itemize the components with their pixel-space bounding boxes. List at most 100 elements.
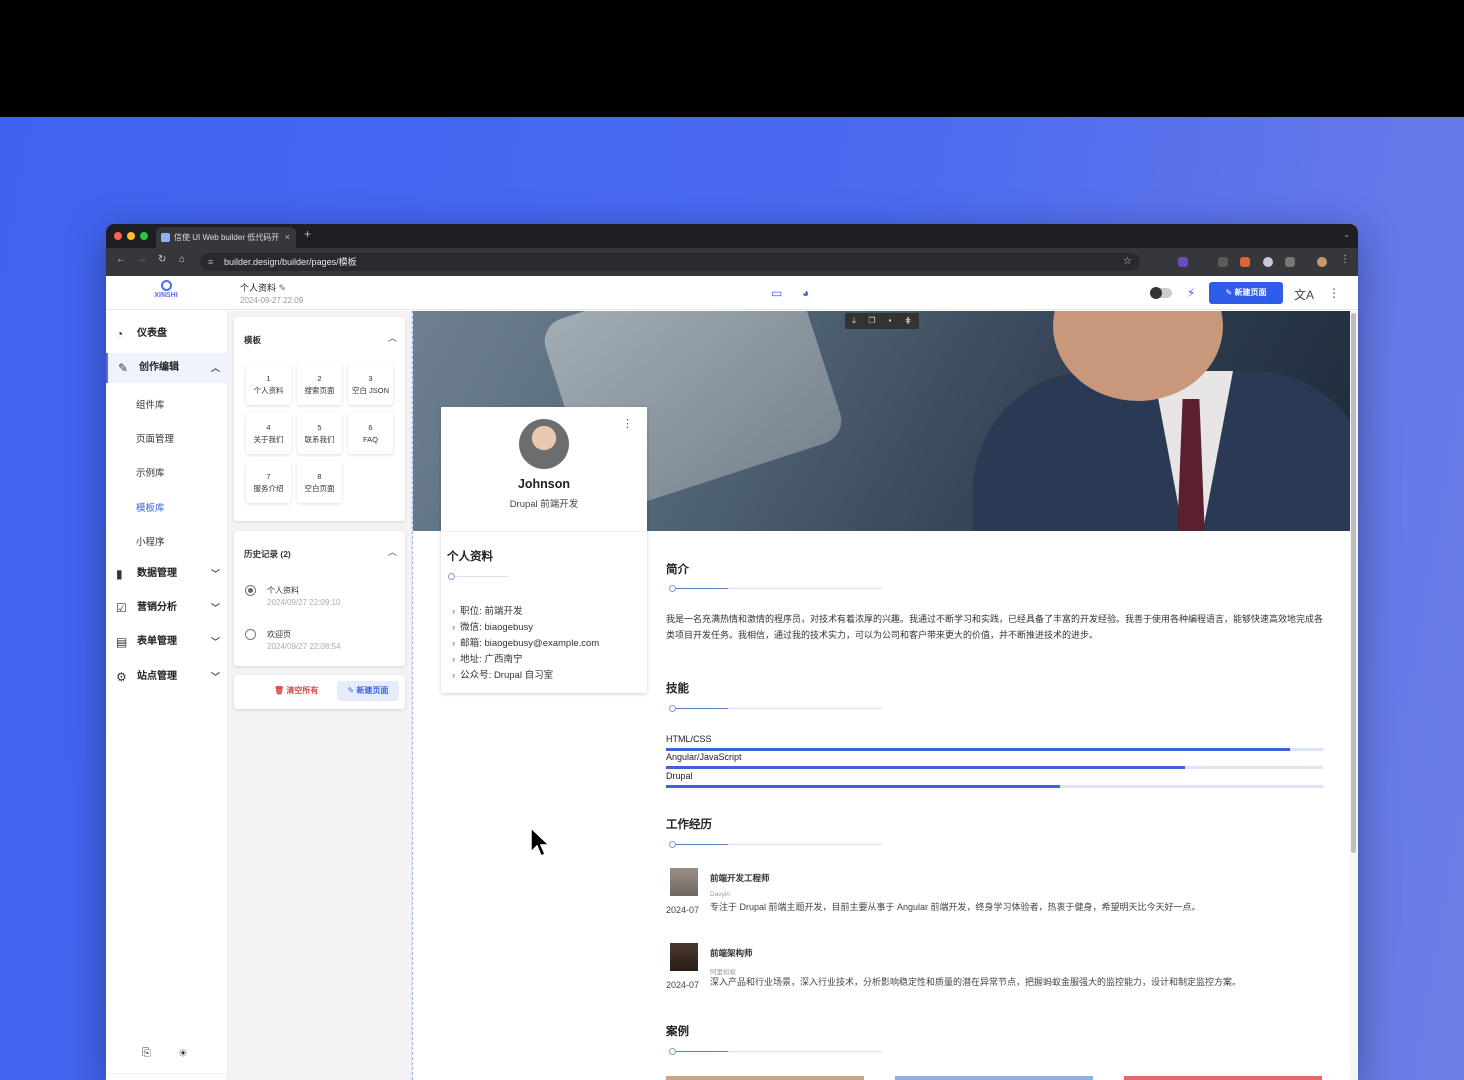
puzzle-extension-icon[interactable]: [1285, 257, 1295, 267]
site-settings-icon[interactable]: ≡: [208, 253, 213, 271]
responsive-preview-icon[interactable]: ▭: [771, 286, 782, 300]
browser-tab[interactable]: 信使 UI Web builder 低代码开 ×: [156, 227, 296, 248]
analytics-icon: ☑: [116, 601, 127, 615]
chevron-up-icon: ︿: [210, 363, 220, 373]
more-menu-icon[interactable]: ⋮: [1328, 286, 1340, 300]
skill-bar: [666, 766, 1323, 769]
intro-text: 我是一名充满热情和激情的程序员，对技术有着浓厚的兴趣。我通过不断学习和实践，已经…: [666, 614, 1324, 640]
chevron-up-icon[interactable]: ︿: [388, 331, 397, 344]
sidebar-item-marketing[interactable]: ☑ 营销分析 ﹀: [106, 593, 228, 623]
profile-card: ⋮ Johnson Drupal 前端开发 个人资料 › 职位: 前端开发 › 微信…: [441, 407, 647, 693]
radio-unselected[interactable]: [245, 629, 256, 640]
experience-avatar: [670, 868, 698, 896]
export-icon[interactable]: ⎘: [142, 1047, 151, 1060]
case-image[interactable]: [895, 1076, 1093, 1080]
history-actions: 🗑 清空所有 ✎ 新建页面: [234, 675, 405, 709]
forward-icon[interactable]: →: [137, 254, 147, 265]
sidebar-item-data[interactable]: ▮ 数据管理 ﹀: [106, 559, 228, 589]
delete-icon[interactable]: ▪: [881, 313, 899, 329]
extension-icon[interactable]: [1178, 257, 1188, 267]
template-tile[interactable]: 5 联系我们: [297, 412, 342, 454]
minimize-window-icon[interactable]: [127, 232, 135, 240]
case-image[interactable]: [666, 1076, 864, 1080]
sidebar-sub-pages[interactable]: 页面管理: [136, 431, 174, 445]
sidebar-item-label: 营销分析: [137, 602, 177, 613]
profile-avatar-icon[interactable]: [1317, 257, 1327, 267]
canvas-scrollbar[interactable]: [1350, 311, 1358, 1080]
sidebar-item-dashboard[interactable]: ◔ 仪表盘: [106, 319, 228, 349]
template-tile[interactable]: 7 服务介绍: [246, 461, 291, 503]
sidebar-item-site[interactable]: ⚙ 站点管理 ﹀: [106, 662, 228, 692]
more-vert-icon[interactable]: ⋮: [622, 417, 633, 430]
sun-icon[interactable]: ☀: [178, 1047, 188, 1060]
sidebar-item-edit[interactable]: ✎ 创作编辑 ︿: [106, 353, 228, 383]
panel-new-page-button[interactable]: ✎ 新建页面: [337, 681, 399, 701]
profile-info-item: › 邮箱: biaogebusy@example.com: [452, 638, 600, 649]
profile-info-item: › 地址: 广西南宁: [452, 654, 523, 665]
clear-all-button[interactable]: 🗑 清空所有: [274, 685, 318, 696]
chevron-up-icon[interactable]: ︿: [388, 545, 397, 558]
section-divider: [669, 841, 883, 848]
magic-wand-icon: ✎: [347, 686, 355, 695]
shield-extension-icon[interactable]: [1218, 257, 1228, 267]
maximize-window-icon[interactable]: [140, 232, 148, 240]
home-icon[interactable]: ⌂: [179, 254, 185, 265]
edit-title-icon[interactable]: ✎: [279, 283, 287, 293]
adjust-icon[interactable]: ⋕: [899, 313, 917, 329]
download-icon[interactable]: ⤓: [845, 313, 863, 329]
close-window-icon[interactable]: [114, 232, 122, 240]
case-image[interactable]: [1124, 1076, 1322, 1080]
chevron-down-icon: ﹀: [210, 637, 220, 647]
profile-info-item: › 公众号: Drupal 自习室: [452, 670, 554, 681]
template-tile[interactable]: 3 空白 JSON: [348, 363, 393, 405]
experience-company-1: Davyin: [710, 891, 730, 898]
template-tile[interactable]: 8 空白页面: [297, 461, 342, 503]
template-tile[interactable]: 6 FAQ: [348, 412, 393, 454]
sidebar-sub-miniprogram[interactable]: 小程序: [136, 534, 165, 548]
new-tab-icon[interactable]: +: [304, 227, 311, 241]
skill-bar: [666, 748, 1323, 751]
template-tile[interactable]: 2 搜索页面: [297, 363, 342, 405]
tab-search-icon[interactable]: ⌄: [1343, 230, 1350, 239]
theme-toggle[interactable]: [1150, 287, 1172, 299]
dashboard-icon: ◔: [116, 327, 124, 341]
skills-title: 技能: [666, 683, 689, 695]
translate-icon[interactable]: 文A: [1294, 286, 1314, 303]
block-toolbar: ⤓ ❐ ▪ ⋕: [845, 313, 919, 329]
logo-text: XINSHI: [154, 292, 178, 299]
lightning-icon[interactable]: ⚡: [1187, 286, 1195, 300]
new-page-button[interactable]: ✎ 新建页面: [1209, 282, 1283, 304]
template-tile[interactable]: 1 个人资料: [246, 363, 291, 405]
ghost-extension-icon[interactable]: [1263, 257, 1273, 267]
radio-selected[interactable]: [245, 585, 256, 596]
skill-label: Angular/JavaScript: [666, 752, 742, 762]
reload-icon[interactable]: ↻: [158, 254, 166, 265]
palette-icon[interactable]: ◕: [802, 286, 809, 300]
form-icon: ▤: [116, 635, 128, 649]
settings-icon: ⚙: [116, 670, 127, 684]
profile-info-item: › 微信: biaogebusy: [452, 622, 534, 633]
back-icon[interactable]: ←: [116, 254, 126, 265]
url-text: builder.design/builder/pages/模板: [224, 257, 357, 267]
close-tab-icon[interactable]: ×: [285, 227, 290, 248]
bookmark-star-icon[interactable]: ☆: [1123, 253, 1132, 271]
template-tile[interactable]: 4 关于我们: [246, 412, 291, 454]
sidebar-sub-templates[interactable]: 模板库: [136, 500, 165, 514]
sidebar-sub-components[interactable]: 组件库: [136, 397, 165, 411]
url-field[interactable]: ≡ builder.design/builder/pages/模板 ☆: [200, 253, 1140, 271]
sidebar-sub-examples[interactable]: 示例库: [136, 465, 165, 479]
profile-info-item: › 职位: 前端开发: [452, 606, 523, 617]
edit-icon: ✎: [118, 361, 129, 375]
logo[interactable]: XINSHI: [146, 280, 186, 299]
experience-desc-2: 深入产品和行业场景，深入行业技术，分析影响稳定性和质量的潜在异常节点，把握蚂蚁金…: [710, 977, 1242, 987]
cases-title: 案例: [666, 1026, 689, 1038]
sidebar-item-label: 数据管理: [137, 568, 177, 579]
fire-extension-icon[interactable]: [1240, 257, 1250, 267]
sidebar-item-forms[interactable]: ▤ 表单管理 ﹀: [106, 627, 228, 657]
page-title[interactable]: 个人资料 ✎: [240, 281, 286, 294]
history-title: 历史记录 (2): [244, 549, 291, 559]
profile-name: Johnson: [517, 477, 571, 491]
intro-title: 简介: [666, 564, 689, 576]
copy-icon[interactable]: ❐: [863, 313, 881, 329]
browser-menu-icon[interactable]: ⋮: [1340, 254, 1350, 265]
